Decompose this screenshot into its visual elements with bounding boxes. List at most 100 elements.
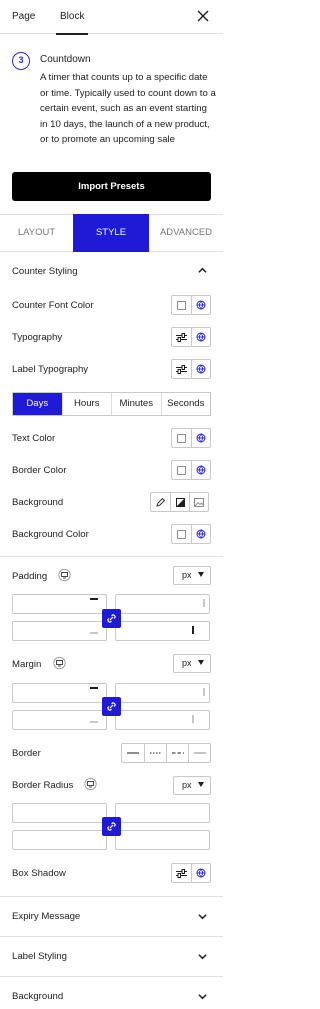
global-typography-button[interactable]	[191, 328, 210, 346]
dropdown-arrow-icon	[198, 572, 204, 577]
border-solid-button[interactable]	[122, 744, 144, 762]
padding-right-input[interactable]	[115, 594, 210, 614]
padding-unit-select[interactable]: px	[173, 566, 211, 585]
margin-top-input[interactable]	[12, 683, 107, 703]
margin-right-input[interactable]	[115, 683, 210, 703]
countdown-block-icon: 3	[12, 52, 30, 70]
color-swatch-button[interactable]	[172, 296, 191, 314]
sliders-icon	[176, 364, 187, 374]
chevron-down-icon[interactable]	[198, 992, 207, 1001]
accordion-expiry-message[interactable]: Expiry Message	[12, 911, 80, 922]
radius-top-right-input[interactable]	[115, 803, 210, 823]
border-dotted-button[interactable]	[144, 744, 166, 762]
padding-label: Padding	[12, 571, 48, 582]
padding-bottom-input[interactable]	[12, 621, 107, 641]
dropdown-arrow-icon	[198, 782, 204, 787]
gradient-icon	[175, 497, 185, 507]
unit-minutes[interactable]: Minutes	[111, 393, 161, 415]
global-label-typography-button[interactable]	[191, 360, 210, 378]
margin-bottom-input[interactable]	[12, 710, 107, 730]
responsive-monitor-icon[interactable]	[84, 778, 97, 790]
divider	[0, 556, 223, 557]
color-swatch-icon	[177, 433, 186, 443]
accordion-label-styling[interactable]: Label Styling	[12, 951, 67, 962]
global-color-button[interactable]	[191, 429, 210, 447]
responsive-monitor-icon[interactable]	[53, 657, 66, 669]
block-title: Countdown	[40, 54, 91, 65]
box-shadow-control	[171, 863, 211, 883]
background-type-control	[150, 492, 209, 512]
color-swatch-icon	[177, 529, 186, 539]
tab-advanced[interactable]: ADVANCED	[149, 214, 223, 252]
margin-unit-select[interactable]: px	[173, 654, 211, 673]
accordion-background[interactable]: Background	[12, 991, 63, 1002]
label-typography-settings-button[interactable]	[172, 360, 191, 378]
link-icon	[107, 822, 116, 831]
color-swatch-button[interactable]	[172, 461, 191, 479]
globe-icon	[196, 433, 206, 443]
padding-link-button[interactable]	[102, 609, 121, 628]
label-typography-control	[171, 359, 211, 379]
divider	[0, 936, 223, 937]
radius-link-button[interactable]	[102, 817, 121, 836]
side-right-icon	[203, 599, 205, 607]
unit-days[interactable]: Days	[13, 393, 62, 415]
typography-label: Typography	[12, 332, 63, 343]
import-presets-button[interactable]: Import Presets	[12, 172, 211, 201]
typography-settings-button[interactable]	[172, 328, 191, 346]
margin-link-button[interactable]	[102, 697, 121, 716]
tab-block[interactable]: Block	[55, 0, 89, 35]
border-radius-unit-select[interactable]: px	[173, 776, 211, 795]
border-solid-icon	[127, 752, 139, 754]
counter-font-color-control	[171, 295, 211, 315]
box-shadow-settings-button[interactable]	[172, 864, 191, 882]
color-swatch-button[interactable]	[172, 429, 191, 447]
divider	[0, 896, 223, 897]
border-dashed-button[interactable]	[166, 744, 188, 762]
box-shadow-label: Box Shadow	[12, 868, 66, 879]
radius-bottom-right-input[interactable]	[115, 830, 210, 850]
radius-bottom-left-input[interactable]	[12, 830, 107, 850]
counter-styling-title: Counter Styling	[12, 266, 78, 277]
side-top-icon	[90, 598, 98, 600]
side-right-icon	[203, 688, 205, 696]
padding-left-input[interactable]	[115, 621, 210, 641]
unit-hours[interactable]: Hours	[61, 393, 112, 415]
global-color-button[interactable]	[191, 296, 210, 314]
globe-icon	[196, 529, 206, 539]
tab-style[interactable]: STYLE	[73, 214, 149, 252]
image-icon	[194, 497, 204, 507]
color-swatch-button[interactable]	[172, 525, 191, 543]
background-classic-button[interactable]	[151, 493, 170, 511]
responsive-monitor-icon[interactable]	[58, 569, 71, 581]
padding-top-input[interactable]	[12, 594, 107, 614]
global-box-shadow-button[interactable]	[191, 864, 210, 882]
border-style-control	[121, 743, 211, 763]
side-left-icon	[192, 715, 194, 723]
counter-font-color-label: Counter Font Color	[12, 300, 94, 311]
globe-icon	[196, 868, 206, 878]
unit-selector: Days Hours Minutes Seconds	[12, 392, 211, 416]
tab-layout[interactable]: LAYOUT	[0, 214, 73, 252]
text-color-label: Text Color	[12, 433, 56, 444]
globe-icon	[196, 364, 206, 374]
chevron-down-icon[interactable]	[198, 952, 207, 961]
background-image-button[interactable]	[189, 493, 208, 511]
radius-top-left-input[interactable]	[12, 803, 107, 823]
background-label: Background	[12, 497, 64, 508]
close-icon[interactable]	[197, 10, 209, 22]
chevron-up-icon[interactable]	[198, 266, 207, 275]
margin-left-input[interactable]	[115, 710, 210, 730]
global-color-button[interactable]	[191, 525, 210, 543]
side-top-icon	[90, 687, 98, 689]
sliders-icon	[176, 332, 187, 342]
margin-label: Margin	[12, 659, 42, 670]
global-color-button[interactable]	[191, 461, 210, 479]
chevron-down-icon[interactable]	[198, 912, 207, 921]
tab-page[interactable]: Page	[12, 0, 35, 34]
background-gradient-button[interactable]	[170, 493, 189, 511]
label-typography-label: Label Typography	[12, 364, 89, 375]
border-label: Border	[12, 748, 41, 759]
unit-seconds[interactable]: Seconds	[160, 393, 211, 415]
border-none-button[interactable]	[188, 744, 210, 762]
